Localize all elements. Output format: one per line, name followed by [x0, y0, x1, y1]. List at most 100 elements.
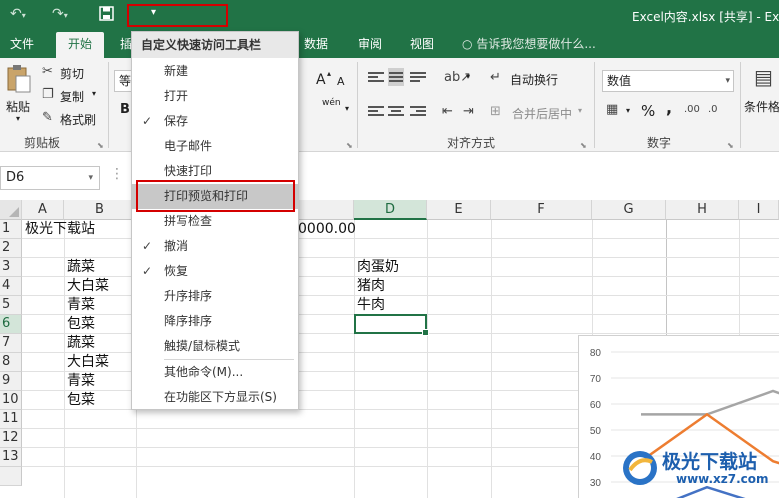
shrink-font-button[interactable]: A [337, 75, 345, 88]
paste-button[interactable]: 粘贴 ▾ [4, 64, 34, 128]
watermark-logo-icon [623, 451, 657, 485]
menu-item-new[interactable]: 新建 [132, 59, 298, 84]
format-painter-button[interactable]: ✎ 格式刷 [42, 110, 102, 128]
align-bottom-icon[interactable] [410, 70, 426, 84]
cell-b10[interactable]: 包菜 [67, 391, 95, 410]
row-header[interactable]: 6 [0, 315, 22, 334]
merge-cells-icon: ⊞ [490, 104, 501, 119]
row-header[interactable]: 2 [0, 239, 22, 258]
increase-indent-icon[interactable]: ⇥ [463, 104, 474, 120]
undo-icon[interactable]: ↶▾ [10, 6, 26, 22]
merge-center-button[interactable]: ⊞ 合并后居中 ▾ [490, 104, 590, 122]
menu-item-save[interactable]: ✓ 保存 [132, 109, 298, 134]
cell-b8[interactable]: 大白菜 [67, 353, 109, 372]
row-header[interactable] [0, 467, 22, 486]
row-header[interactable]: 10 [0, 391, 22, 410]
watermark-url: www.xz7.com [676, 472, 769, 486]
tab-file[interactable]: 文件 [10, 32, 34, 58]
wrap-text-button[interactable]: ↵ 自动换行 [490, 70, 570, 88]
column-header-e[interactable]: E [427, 200, 491, 220]
bold-button[interactable]: B [120, 102, 130, 117]
column-header-f[interactable]: F [491, 200, 592, 220]
grow-font-button[interactable]: A [316, 72, 326, 88]
menu-item-email[interactable]: 电子邮件 [132, 134, 298, 159]
align-middle-icon[interactable] [388, 68, 404, 86]
cell-b9[interactable]: 青菜 [67, 372, 95, 391]
menu-item-more-commands[interactable]: 其他命令(M)... [132, 360, 298, 385]
cell-d4[interactable]: 猪肉 [357, 277, 385, 296]
align-center-icon[interactable] [388, 104, 404, 118]
row-header[interactable]: 11 [0, 410, 22, 429]
column-header-d[interactable]: D [354, 200, 427, 220]
cell-d5[interactable]: 牛肉 [357, 296, 385, 315]
column-header-b[interactable]: B [64, 200, 136, 220]
cell-b3[interactable]: 蔬菜 [67, 258, 95, 277]
menu-item-spelling[interactable]: 拼写检查 [132, 209, 298, 234]
tell-me-search[interactable]: ○ 告诉我您想要做什么... [462, 32, 596, 58]
chevron-down-icon: ▾ [725, 76, 730, 86]
conditional-format-button[interactable]: ▤ 条件格 [744, 64, 779, 124]
check-icon: ✓ [142, 114, 153, 128]
menu-item-redo[interactable]: ✓ 恢复 [132, 259, 298, 284]
align-top-icon[interactable] [368, 70, 384, 84]
menu-item-label: 保存 [164, 114, 189, 128]
chart-y-tick-label: 40 [590, 452, 602, 463]
menu-item-label: 打开 [164, 89, 189, 103]
column-header-i[interactable]: I [739, 200, 779, 220]
merge-center-label: 合并后居中 [512, 107, 573, 121]
row-header[interactable]: 7 [0, 334, 22, 353]
cell-a1[interactable]: 极光下载站 [25, 220, 95, 239]
menu-header: 自定义快速访问工具栏 [132, 32, 298, 58]
menu-item-sort-ascending[interactable]: 升序排序 [132, 284, 298, 309]
align-right-icon[interactable] [410, 104, 426, 118]
name-box[interactable]: D6 ▾ [0, 166, 100, 190]
column-header-g[interactable]: G [592, 200, 666, 220]
conditional-format-label: 条件格 [744, 100, 779, 114]
menu-item-sort-descending[interactable]: 降序排序 [132, 309, 298, 334]
customize-qat-button[interactable]: ▾ [127, 4, 228, 27]
comma-button[interactable]: , [666, 98, 672, 117]
row-header[interactable]: 8 [0, 353, 22, 372]
decrease-indent-icon[interactable]: ⇤ [442, 104, 453, 120]
menu-item-show-below-ribbon[interactable]: 在功能区下方显示(S) [132, 385, 298, 410]
menu-item-open[interactable]: 打开 [132, 84, 298, 109]
row-header[interactable]: 12 [0, 429, 22, 448]
save-icon[interactable] [99, 6, 114, 25]
column-header-a[interactable]: A [22, 200, 64, 220]
column-header-h[interactable]: H [666, 200, 739, 220]
cell-b7[interactable]: 蔬菜 [67, 334, 95, 353]
cell-b5[interactable]: 青菜 [67, 296, 95, 315]
tab-home[interactable]: 开始 [56, 32, 104, 58]
row-header[interactable]: 5 [0, 296, 22, 315]
phonetic-button[interactable]: wén [322, 98, 341, 108]
redo-icon[interactable]: ↷▾ [52, 6, 68, 22]
currency-icon[interactable]: ▦ [606, 102, 618, 118]
more-options-icon[interactable]: ⋮ [110, 166, 124, 182]
cell-c1[interactable]: 0000.00 [298, 220, 356, 239]
select-all-corner[interactable] [0, 200, 22, 220]
align-left-icon[interactable] [368, 104, 384, 118]
number-format-combo[interactable]: 数值 ▾ [602, 70, 734, 92]
menu-item-touch-mode[interactable]: 触摸/鼠标模式 [132, 334, 298, 359]
row-header[interactable]: 1 [0, 220, 22, 239]
tab-review[interactable]: 审阅 [358, 32, 382, 58]
percent-button[interactable]: % [641, 102, 655, 120]
row-header[interactable]: 4 [0, 277, 22, 296]
decrease-decimal-icon[interactable]: .0 [708, 102, 718, 118]
cell-b6[interactable]: 包菜 [67, 315, 95, 334]
tab-data[interactable]: 数据 [304, 32, 328, 58]
tab-view[interactable]: 视图 [410, 32, 434, 58]
cut-button[interactable]: ✂ 剪切 [42, 64, 92, 82]
cell-b4[interactable]: 大白菜 [67, 277, 109, 296]
copy-button[interactable]: ❐ 复制 ▾ [42, 87, 102, 105]
active-cell-d6[interactable] [354, 314, 429, 336]
increase-decimal-icon[interactable]: .00 [684, 102, 700, 118]
menu-item-undo[interactable]: ✓ 撤消 [132, 234, 298, 259]
cell-d3[interactable]: 肉蛋奶 [357, 258, 399, 277]
row-header[interactable]: 9 [0, 372, 22, 391]
row-header[interactable]: 3 [0, 258, 22, 277]
group-divider [740, 62, 741, 148]
menu-item-label: 拼写检查 [164, 214, 213, 228]
row-header[interactable]: 13 [0, 448, 22, 467]
chart-y-tick-label: 60 [590, 400, 602, 411]
